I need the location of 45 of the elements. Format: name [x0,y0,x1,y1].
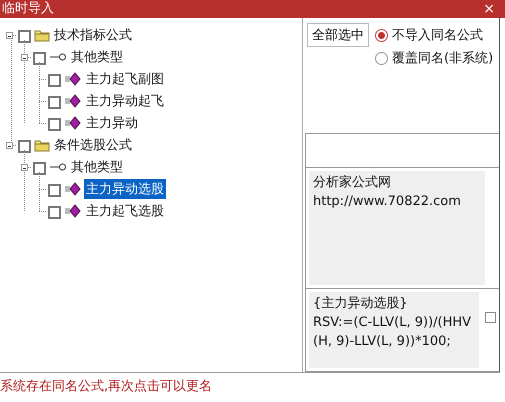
tree-item[interactable]: 主力起飞选股 [84,201,166,221]
checkbox[interactable] [33,52,46,65]
diamond-icon [64,204,82,218]
checkbox[interactable] [18,30,31,43]
checkbox[interactable] [33,162,46,175]
status-message: 系统存在同名公式,再次点击可以更名 [0,378,212,394]
close-button[interactable]: × [479,1,499,17]
checkbox[interactable] [48,206,61,219]
diamond-icon [64,94,82,108]
select-all-button[interactable]: 全部选中 [307,23,369,47]
tree-item[interactable]: 主力异动起飞 [84,91,166,111]
tree-item[interactable]: 主力异动 [84,113,140,133]
checkbox[interactable] [48,74,61,87]
checkbox[interactable] [48,184,61,197]
window-title: 临时导入 [2,1,54,17]
option-label[interactable]: 不导入同名公式 [392,26,483,44]
diamond-icon [64,72,82,86]
radio-button[interactable] [375,28,388,42]
collapse-toggle[interactable] [6,32,12,38]
checkbox[interactable] [48,118,61,131]
diamond-icon [64,116,82,130]
formula-line: (H, 9)-LLV(L, 9))*100; [313,332,451,351]
collapse-toggle[interactable] [6,142,12,148]
formula-line: RSV:=(C-LLV(L, 9))/(HHV [313,314,472,332]
tree-item[interactable]: 主力起飞副图 [84,69,166,89]
key-icon [49,162,67,172]
tree-item[interactable]: 技术指标公式 [52,25,134,45]
folder-icon [34,138,50,152]
folder-icon [34,28,50,42]
info-text: 分析家公式网 [313,174,391,192]
checkbox[interactable] [48,96,61,109]
option-label[interactable]: 覆盖同名(非系统) [392,49,494,67]
checkbox[interactable] [18,140,31,153]
tree-item[interactable]: 其他类型 [69,157,125,177]
tree-item[interactable]: 条件选股公式 [52,135,134,155]
checkbox[interactable] [485,312,496,323]
radio-button[interactable] [375,52,388,64]
info-text: http://www.70822.com [313,192,461,211]
key-icon [49,52,67,62]
tree-item[interactable]: 其他类型 [69,47,125,67]
collapse-toggle[interactable] [20,164,28,170]
formula-line: {主力异动选股} [313,294,408,313]
collapse-toggle[interactable] [20,54,28,60]
tree-item[interactable]: 主力异动选股 [84,179,166,199]
diamond-icon [64,182,82,196]
